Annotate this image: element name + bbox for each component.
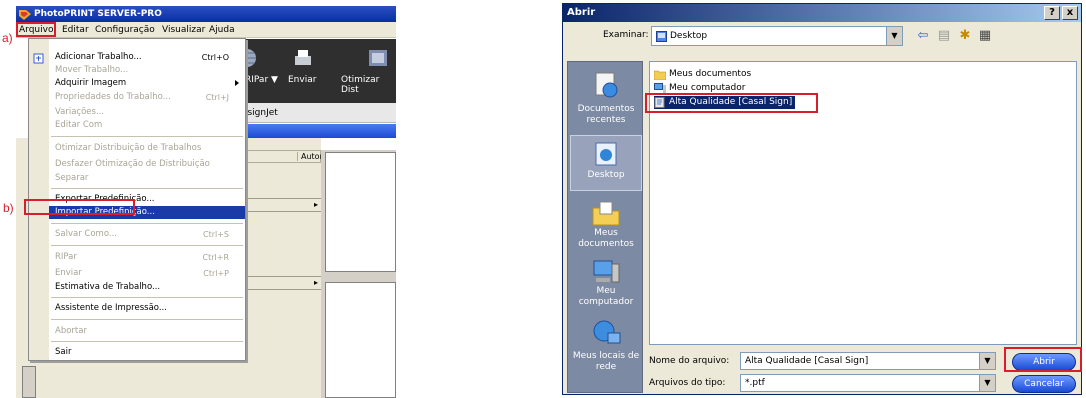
- menu-item-rip[interactable]: RIPar Ctrl+R: [53, 251, 243, 264]
- chevron-down-icon[interactable]: ▼: [979, 375, 995, 391]
- column-header-author[interactable]: Autor: [297, 152, 323, 161]
- file-type-label: Arquivos do tipo:: [649, 378, 726, 388]
- menu-editar[interactable]: Editar: [59, 24, 92, 37]
- menu-visualizar[interactable]: Visualizar: [159, 24, 208, 37]
- photoprint-logo-icon: [19, 10, 31, 20]
- menu-item-variations[interactable]: Variações...: [53, 106, 243, 119]
- highlight-box-arquivo: [16, 22, 56, 37]
- open-dialog: Abrir ? x Examinar: Desktop ▼ ⇦ ▤ ✱ ▦ Do…: [562, 3, 1082, 395]
- menu-item-job-properties[interactable]: Propriedades do Trabalho... Ctrl+J: [53, 91, 243, 104]
- menu-item-abort[interactable]: Abortar: [53, 325, 243, 338]
- menu-item-edit-with[interactable]: Editar Com: [53, 119, 243, 132]
- close-button[interactable]: x: [1062, 6, 1078, 20]
- places-bar: Documentos recentes Desktop Meus documen…: [567, 61, 643, 393]
- highlight-box-open-button: [1004, 347, 1082, 372]
- chevron-down-icon[interactable]: ▼: [886, 27, 902, 45]
- my-computer-icon: [593, 260, 620, 283]
- rip-button[interactable]: RIPar ▼: [245, 75, 278, 85]
- menu-item-print-wizard[interactable]: Assistente de Impressão...: [53, 302, 243, 315]
- file-type-value: *.ptf: [745, 378, 765, 388]
- my-documents-icon: [592, 201, 620, 226]
- menu-item-acquire-image[interactable]: Adquirir Imagem: [53, 77, 243, 90]
- menu-separator: [51, 341, 243, 342]
- callout-label-b: b): [3, 201, 14, 215]
- look-in-label: Examinar:: [603, 30, 649, 40]
- menu-item-undo-optimization[interactable]: Desfazer Otimização de Distribuição: [53, 158, 243, 171]
- preview-area-top: [325, 152, 396, 272]
- menu-item-save-as[interactable]: Salvar Como... Ctrl+S: [53, 228, 243, 241]
- file-name-label: Nome do arquivo:: [649, 356, 730, 366]
- desktop-icon: [656, 31, 667, 42]
- menu-item-separate[interactable]: Separar: [53, 172, 243, 185]
- help-button[interactable]: ?: [1044, 6, 1060, 20]
- network-places-icon: [593, 320, 621, 344]
- chevron-down-icon[interactable]: ▼: [979, 353, 995, 369]
- look-in-value: Desktop: [670, 31, 708, 41]
- menu-separator: [51, 136, 243, 137]
- add-job-icon: [33, 53, 44, 64]
- menu-separator: [51, 188, 243, 189]
- vertical-scrollbar[interactable]: [22, 366, 36, 398]
- app-title: PhotoPRINT SERVER-PRO: [34, 9, 162, 19]
- menu-separator: [51, 297, 243, 298]
- menu-bar: Arquivo Editar Configuração Visualizar A…: [16, 22, 396, 38]
- menu-item-add-job[interactable]: Adicionar Trabalho... Ctrl+O: [53, 51, 243, 64]
- callout-label-a: a): [2, 31, 13, 45]
- dialog-title: Abrir: [567, 7, 596, 18]
- recent-documents-icon: [595, 72, 618, 98]
- toolbar: RIPar ▼ Enviar Otimizar Dist: [231, 39, 396, 103]
- menu-item-optimize-distribution[interactable]: Otimizar Distribuição de Trabalhos: [53, 142, 243, 155]
- file-type-select[interactable]: *.ptf ▼: [740, 374, 996, 392]
- desktop-icon: [595, 142, 617, 166]
- dialog-title-bar: Abrir ? x: [563, 4, 1081, 22]
- file-item-my-documents[interactable]: Meus documentos: [654, 68, 751, 81]
- back-arrow-icon[interactable]: ⇦: [915, 28, 931, 44]
- menu-item-job-estimate[interactable]: Estimativa de Trabalho...: [53, 281, 243, 294]
- menu-separator: [51, 245, 243, 246]
- highlight-box-preset-file: [645, 93, 818, 113]
- highlight-box-import-preset: [24, 199, 135, 215]
- new-folder-icon[interactable]: ✱: [957, 28, 973, 44]
- printer-header-bar: [231, 124, 396, 138]
- menu-separator: [51, 319, 243, 320]
- optimize-button[interactable]: Otimizar Dist: [341, 75, 396, 95]
- menu-item-exit[interactable]: Sair: [53, 346, 243, 359]
- submenu-arrow-icon: [235, 80, 239, 86]
- preview-area-bottom: [325, 282, 396, 398]
- up-folder-icon[interactable]: ▤: [936, 28, 952, 44]
- view-menu-icon[interactable]: ▦: [977, 28, 993, 44]
- printer-name[interactable]: DesignJet 10000s@hp10000usb001: [231, 103, 396, 138]
- menu-separator: [51, 223, 243, 224]
- app-title-bar: PhotoPRINT SERVER-PRO: [16, 6, 396, 22]
- look-in-dropdown[interactable]: Desktop ▼: [651, 26, 903, 46]
- send-button[interactable]: Enviar: [288, 75, 316, 85]
- folder-icon: [654, 70, 666, 80]
- optimize-icon[interactable]: [366, 47, 390, 69]
- menu-configuracao[interactable]: Configuração: [92, 24, 158, 37]
- file-name-input[interactable]: Alta Qualidade [Casal Sign] ▼: [740, 352, 996, 370]
- file-name-value: Alta Qualidade [Casal Sign]: [745, 356, 869, 366]
- menu-item-send[interactable]: Enviar Ctrl+P: [53, 267, 243, 280]
- cancel-button[interactable]: Cancelar: [1012, 375, 1076, 393]
- menu-item-move-job[interactable]: Mover Trabalho...: [53, 64, 243, 77]
- menu-ajuda[interactable]: Ajuda: [206, 24, 238, 37]
- send-printer-icon[interactable]: [291, 47, 315, 69]
